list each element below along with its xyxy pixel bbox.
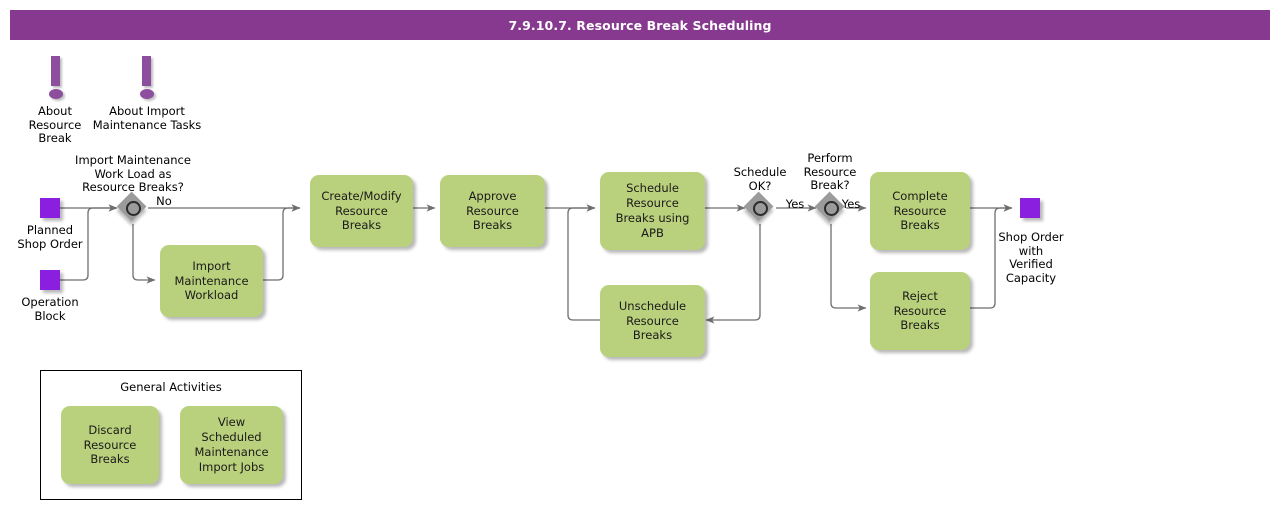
task-unschedule-resource-breaks[interactable]: Unschedule Resource Breaks	[600, 285, 705, 357]
task-approve-resource-breaks[interactable]: Approve Resource Breaks	[440, 175, 545, 247]
exclamation-bar	[142, 56, 151, 86]
task-schedule-resource-breaks-using-apb[interactable]: Schedule Resource Breaks using APB	[600, 172, 705, 250]
gateway-ring-icon	[125, 200, 141, 216]
exclamation-bar	[51, 56, 60, 86]
task-discard-resource-breaks[interactable]: Discard Resource Breaks	[61, 406, 159, 484]
annotation-label-about-import-maintenance-tasks[interactable]: About Import Maintenance Tasks	[72, 104, 222, 132]
exclamation-dot	[139, 89, 154, 99]
gateway-label-perform-resource-break: Perform Resource Break?	[803, 151, 857, 193]
data-object-shop-order-with-verified-capacity[interactable]	[1020, 198, 1040, 218]
task-view-scheduled-maintenance-import-jobs[interactable]: View Scheduled Maintenance Import Jobs	[180, 406, 283, 484]
page-title: 7.9.10.7. Resource Break Scheduling	[10, 10, 1270, 40]
data-object-operation-block[interactable]	[40, 270, 60, 290]
flow-label-perform-resource-break-yes: Yes	[841, 197, 861, 211]
task-reject-resource-breaks[interactable]: Reject Resource Breaks	[870, 272, 970, 350]
general-activities-title: General Activities	[120, 380, 222, 394]
data-object-planned-shop-order[interactable]	[40, 198, 60, 218]
diagram-canvas: 7.9.10.7. Resource Break Scheduling Crea…	[0, 0, 1280, 510]
exclamation-icon-about-resource-break	[45, 56, 67, 104]
task-import-maintenance-workload[interactable]: Import Maintenance Workload	[160, 245, 263, 317]
data-object-label-shop-order-with-verified-capacity: Shop Order with Verified Capacity	[998, 230, 1064, 285]
task-complete-resource-breaks[interactable]: Complete Resource Breaks	[870, 172, 970, 250]
task-create-modify-resource-breaks[interactable]: Create/Modify Resource Breaks	[310, 175, 413, 247]
flow-label-schedule-ok-yes: Yes	[785, 197, 805, 211]
gateway-ring-icon	[752, 200, 768, 216]
exclamation-dot	[48, 89, 63, 99]
exclamation-icon-about-import-maintenance-tasks	[136, 56, 158, 104]
data-object-label-planned-shop-order: Planned Shop Order	[17, 223, 83, 251]
general-activities-group: General Activities Discard Resource Brea…	[40, 370, 302, 500]
gateway-label-import-maintenance-work-load: Import Maintenance Work Load as Resource…	[75, 153, 191, 195]
data-object-label-operation-block: Operation Block	[21, 295, 79, 323]
flow-label-no: No	[156, 194, 172, 208]
gateway-schedule-ok[interactable]	[743, 191, 775, 223]
